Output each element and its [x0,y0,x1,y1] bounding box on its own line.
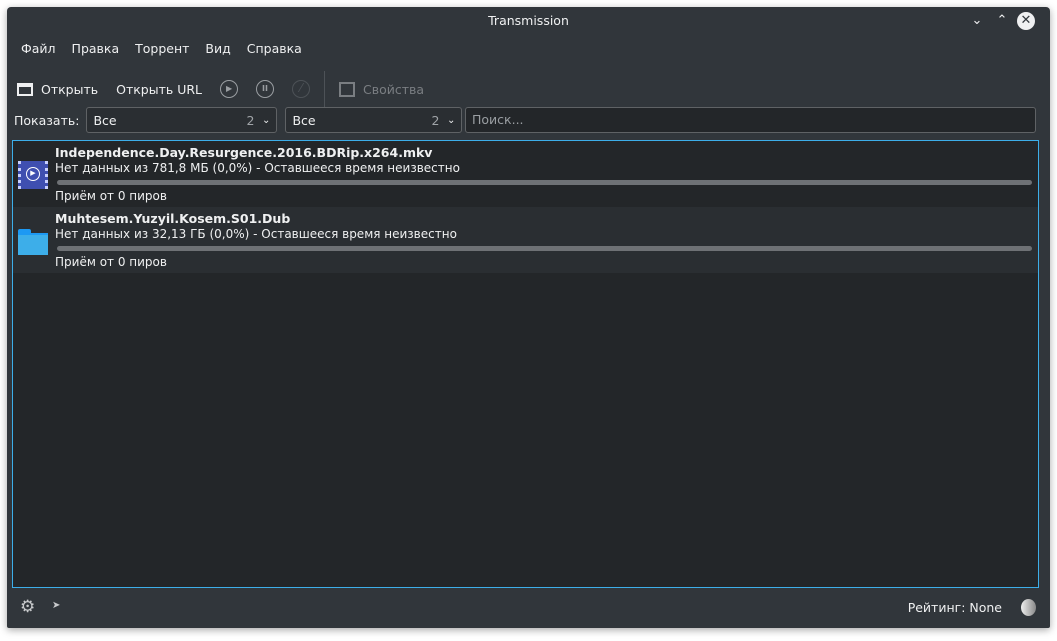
chevron-down-icon: ⌄ [447,114,456,126]
properties-icon [339,81,356,97]
folder-icon [18,229,48,255]
activity-filter-count: 2 [246,112,255,128]
torrent-peers: Приём от 0 пиров [55,189,167,203]
pause-icon[interactable]: II [256,80,275,98]
ratio-icon[interactable] [1021,599,1036,616]
menu-view[interactable]: Вид [197,41,238,56]
close-button[interactable]: ✕ [1017,12,1035,30]
status-bar: ⚙ ➤ Рейтинг: None [7,588,1050,628]
settings-gear-icon[interactable]: ⚙ [20,597,35,617]
open-url-label: Открыть URL [116,81,203,97]
torrent-list[interactable]: ▶ Independence.Day.Resurgence.2016.BDRip… [12,140,1039,588]
menu-file[interactable]: Файл [13,41,64,56]
video-file-icon: ▶ [18,161,48,189]
torrent-peers: Приём от 0 пиров [55,255,167,269]
filter-bar: Показать: Все 2 ⌄ Все 2 ⌄ [14,107,470,133]
open-button[interactable]: Открыть [17,82,98,97]
stop-icon[interactable]: ⁄ [292,80,311,98]
progress-bar [57,180,1032,185]
toolbar-separator [324,71,326,107]
toolbar: Открыть Открыть URL ▶ II ⁄ Свойства [17,71,442,107]
maximize-button[interactable]: ⌃ [993,12,1011,30]
window-title: Transmission [488,13,569,28]
main-window: Transmission ⌄ ⌃ ✕ Файл Правка Торрент В… [7,7,1050,628]
torrent-name: Independence.Day.Resurgence.2016.BDRip.x… [55,145,433,160]
tracker-filter-select[interactable]: Все 2 ⌄ [285,107,463,133]
activity-filter-value: Все [93,112,117,128]
torrent-status: Нет данных из 781,8 МБ (0,0%) - Оставшее… [55,161,460,175]
search-input[interactable]: Поиск... [465,107,1036,133]
start-icon[interactable]: ▶ [220,80,239,98]
folder-open-icon [17,82,33,96]
tracker-filter-count: 2 [431,112,440,128]
tracker-filter-value: Все [292,112,316,128]
menu-help[interactable]: Справка [239,41,310,56]
activity-filter-select[interactable]: Все 2 ⌄ [86,107,278,133]
turtle-icon[interactable]: ➤ [52,600,60,611]
torrent-row[interactable]: Muhtesem.Yuzyil.Kosem.S01.Dub Нет данных… [13,207,1038,273]
show-label: Показать: [14,112,80,128]
ratio-label: Рейтинг: None [907,600,1002,615]
torrent-row[interactable]: ▶ Independence.Day.Resurgence.2016.BDRip… [13,141,1038,207]
properties-label: Свойства [363,81,425,97]
menu-bar: Файл Правка Торрент Вид Справка [13,41,310,56]
minimize-button[interactable]: ⌄ [968,12,986,30]
open-label: Открыть [41,81,99,97]
torrent-status: Нет данных из 32,13 ГБ (0,0%) - Оставшее… [55,227,457,241]
menu-torrent[interactable]: Торрент [127,41,197,56]
open-url-button[interactable]: Открыть URL [116,82,202,97]
properties-button[interactable]: Свойства [339,81,425,97]
chevron-down-icon: ⌄ [262,114,271,126]
torrent-name: Muhtesem.Yuzyil.Kosem.S01.Dub [55,211,291,226]
progress-bar [57,246,1032,251]
menu-edit[interactable]: Правка [64,41,128,56]
